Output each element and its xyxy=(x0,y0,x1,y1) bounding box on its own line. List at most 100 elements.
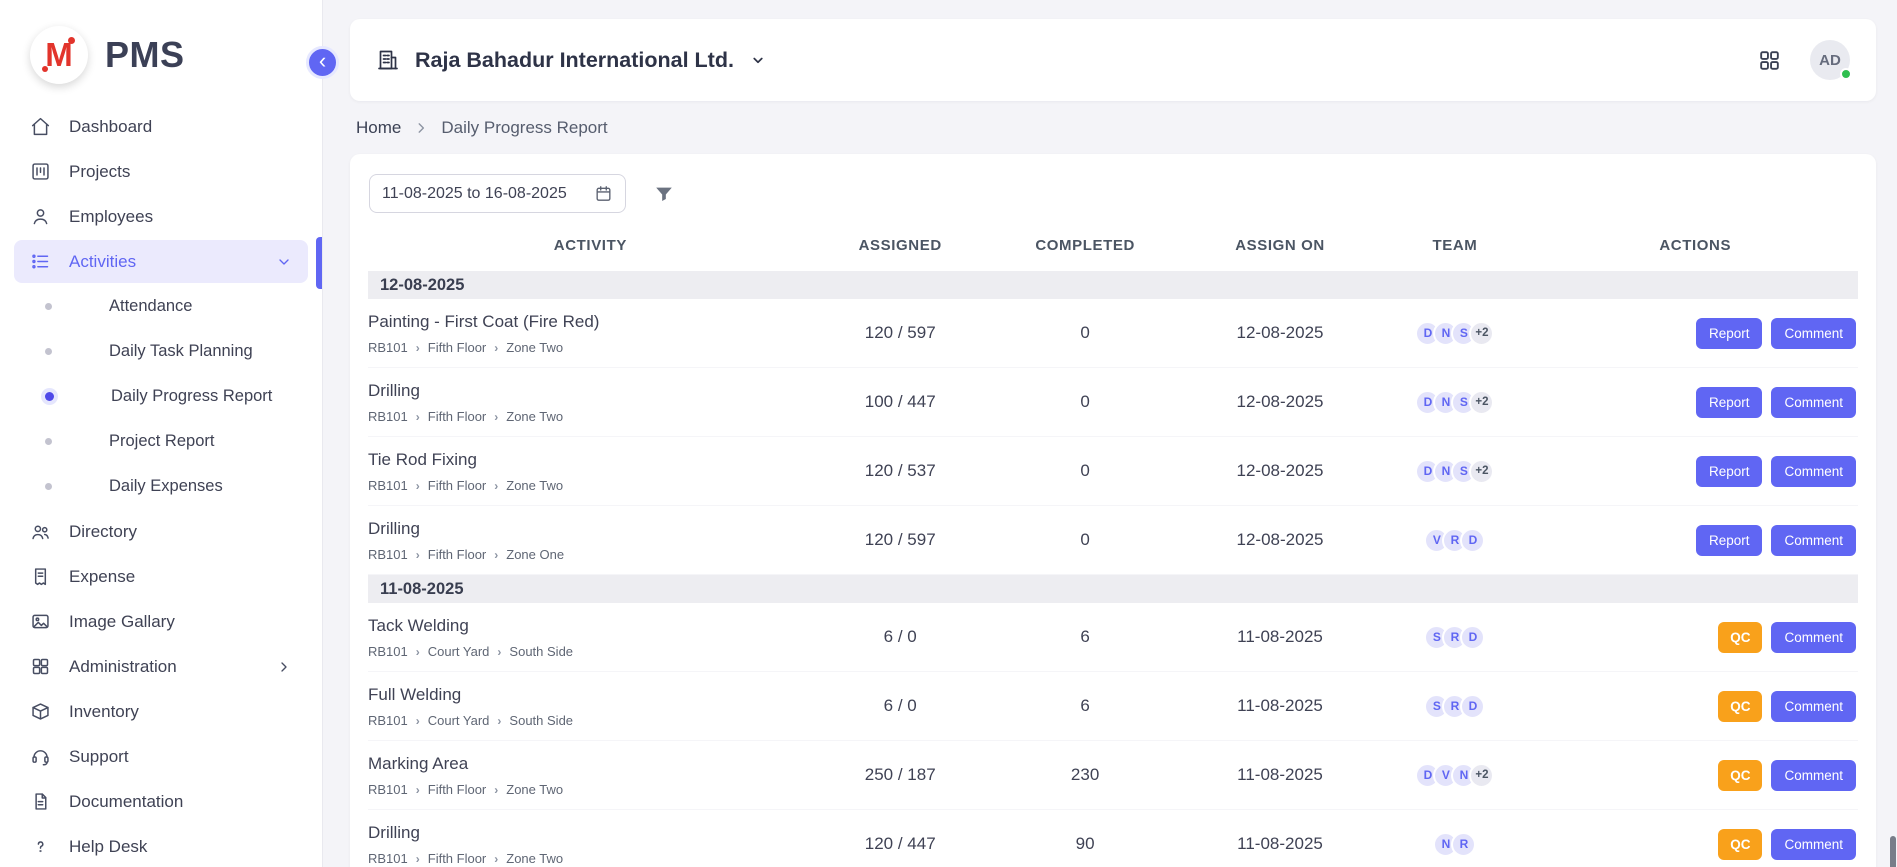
team-member-avatar[interactable]: D xyxy=(1460,528,1485,553)
sidebar-item-label: Help Desk xyxy=(69,837,147,857)
apps-grid-icon[interactable] xyxy=(1757,48,1782,73)
sidebar-item-help-desk[interactable]: Help Desk xyxy=(0,824,322,867)
sidebar-item-expense[interactable]: Expense xyxy=(0,554,322,599)
comment-button[interactable]: Comment xyxy=(1771,622,1856,653)
table-row: Painting - First Coat (Fire Red)RB101›Fi… xyxy=(368,299,1858,368)
activity-cell: Tack WeldingRB101›Court Yard›South Side xyxy=(368,615,813,659)
team-extra-count[interactable]: +2 xyxy=(1469,459,1494,484)
team-cell: DNS+2 xyxy=(1377,459,1532,484)
path-segment: Zone Two xyxy=(506,340,563,355)
team-cell: SRD xyxy=(1377,625,1532,650)
team-extra-count[interactable]: +2 xyxy=(1469,390,1494,415)
assign-on-cell: 12-08-2025 xyxy=(1183,323,1378,343)
assign-on-cell: 11-08-2025 xyxy=(1183,696,1378,716)
collapse-sidebar-button[interactable]: ‹ xyxy=(306,46,339,79)
team-extra-count[interactable]: +2 xyxy=(1469,321,1494,346)
administration-icon xyxy=(30,656,51,677)
report-button[interactable]: Report xyxy=(1696,525,1763,556)
comment-button[interactable]: Comment xyxy=(1771,760,1856,791)
vertical-scrollbar[interactable] xyxy=(1890,836,1896,867)
chevron-right-separator: › xyxy=(416,410,420,424)
qc-button[interactable]: QC xyxy=(1718,829,1762,860)
team-member-avatar[interactable]: D xyxy=(1460,694,1485,719)
table-row: Full WeldingRB101›Court Yard›South Side6… xyxy=(368,672,1858,741)
sidebar-subitem-daily-expenses[interactable]: Daily Expenses xyxy=(0,464,322,509)
assign-on-cell: 11-08-2025 xyxy=(1183,834,1378,854)
path-segment: South Side xyxy=(509,644,573,659)
chevron-right-separator: › xyxy=(494,341,498,355)
team-member-avatar[interactable]: D xyxy=(1460,625,1485,650)
comment-button[interactable]: Comment xyxy=(1771,318,1856,349)
chevron-right-icon xyxy=(276,659,292,675)
qc-button[interactable]: QC xyxy=(1718,760,1762,791)
path-segment: Fifth Floor xyxy=(428,409,487,424)
report-button[interactable]: Report xyxy=(1696,318,1763,349)
path-segment: Zone One xyxy=(506,547,564,562)
path-segment: RB101 xyxy=(368,478,408,493)
comment-button[interactable]: Comment xyxy=(1771,525,1856,556)
activity-location-path: RB101›Fifth Floor›Zone Two xyxy=(368,340,813,355)
sidebar-subitem-attendance[interactable]: Attendance xyxy=(0,284,322,329)
filter-icon[interactable] xyxy=(653,183,675,205)
sidebar-item-documentation[interactable]: Documentation xyxy=(0,779,322,824)
team-member-avatar[interactable]: R xyxy=(1451,832,1476,857)
chevron-down-icon xyxy=(276,254,292,270)
report-button[interactable]: Report xyxy=(1696,387,1763,418)
company-selector[interactable]: Raja Bahadur International Ltd. xyxy=(376,48,767,73)
sidebar-item-employees[interactable]: Employees xyxy=(0,194,322,239)
team-cell: DVN+2 xyxy=(1377,763,1532,788)
sidebar-item-activities[interactable]: Activities xyxy=(14,240,308,283)
qc-button[interactable]: QC xyxy=(1718,691,1762,722)
sidebar-item-administration[interactable]: Administration xyxy=(0,644,322,689)
sidebar-item-image-gallery[interactable]: Image Gallary xyxy=(0,599,322,644)
activity-name: Drilling xyxy=(368,519,813,539)
comment-button[interactable]: Comment xyxy=(1771,456,1856,487)
sidebar-item-label: Projects xyxy=(69,162,130,182)
documentation-icon xyxy=(30,791,51,812)
logo-letter: M xyxy=(45,36,73,74)
chevron-right-separator: › xyxy=(416,645,420,659)
table-row: DrillingRB101›Fifth Floor›Zone One120 / … xyxy=(368,506,1858,575)
chevron-right-separator: › xyxy=(416,479,420,493)
path-segment: RB101 xyxy=(368,409,408,424)
actions-cell: Report Comment xyxy=(1532,318,1858,349)
sidebar-item-label: Expense xyxy=(69,567,135,587)
activity-name: Drilling xyxy=(368,823,813,843)
sidebar-subitem-label: Daily Expenses xyxy=(109,477,223,496)
assigned-cell: 120 / 537 xyxy=(813,461,988,481)
sidebar-subitem-project-report[interactable]: Project Report xyxy=(0,419,322,464)
column-header-team: TEAM xyxy=(1377,237,1532,254)
sidebar-item-inventory[interactable]: Inventory xyxy=(0,689,322,734)
calendar-icon xyxy=(594,184,613,203)
sidebar-item-projects[interactable]: Projects xyxy=(0,149,322,194)
table-row: Tack WeldingRB101›Court Yard›South Side6… xyxy=(368,603,1858,672)
completed-cell: 6 xyxy=(988,627,1183,647)
breadcrumb-home[interactable]: Home xyxy=(356,118,401,138)
sidebar-subitem-label: Daily Progress Report xyxy=(111,387,272,406)
sidebar-item-support[interactable]: Support xyxy=(0,734,322,779)
comment-button[interactable]: Comment xyxy=(1771,387,1856,418)
sidebar-item-dashboard[interactable]: Dashboard xyxy=(0,104,322,149)
comment-button[interactable]: Comment xyxy=(1771,829,1856,860)
completed-cell: 90 xyxy=(988,834,1183,854)
comment-button[interactable]: Comment xyxy=(1771,691,1856,722)
chevron-right-separator: › xyxy=(494,548,498,562)
report-button[interactable]: Report xyxy=(1696,456,1763,487)
sidebar-subitem-daily-task-planning[interactable]: Daily Task Planning xyxy=(0,329,322,374)
assigned-cell: 250 / 187 xyxy=(813,765,988,785)
completed-cell: 0 xyxy=(988,461,1183,481)
actions-cell: QC Comment xyxy=(1532,760,1858,791)
sidebar-subitem-daily-progress-report[interactable]: Daily Progress Report xyxy=(0,374,322,419)
assigned-cell: 6 / 0 xyxy=(813,627,988,647)
qc-button[interactable]: QC xyxy=(1718,622,1762,653)
chevron-right-separator: › xyxy=(416,341,420,355)
user-avatar[interactable]: AD xyxy=(1810,40,1850,80)
activity-cell: DrillingRB101›Fifth Floor›Zone Two xyxy=(368,380,813,424)
sidebar-item-label: Inventory xyxy=(69,702,139,722)
employees-icon xyxy=(30,206,51,227)
sidebar-item-directory[interactable]: Directory xyxy=(0,509,322,554)
team-extra-count[interactable]: +2 xyxy=(1469,763,1494,788)
inventory-icon xyxy=(30,701,51,722)
table-row: DrillingRB101›Fifth Floor›Zone Two100 / … xyxy=(368,368,1858,437)
date-range-input[interactable]: 11-08-2025 to 16-08-2025 xyxy=(369,174,626,213)
